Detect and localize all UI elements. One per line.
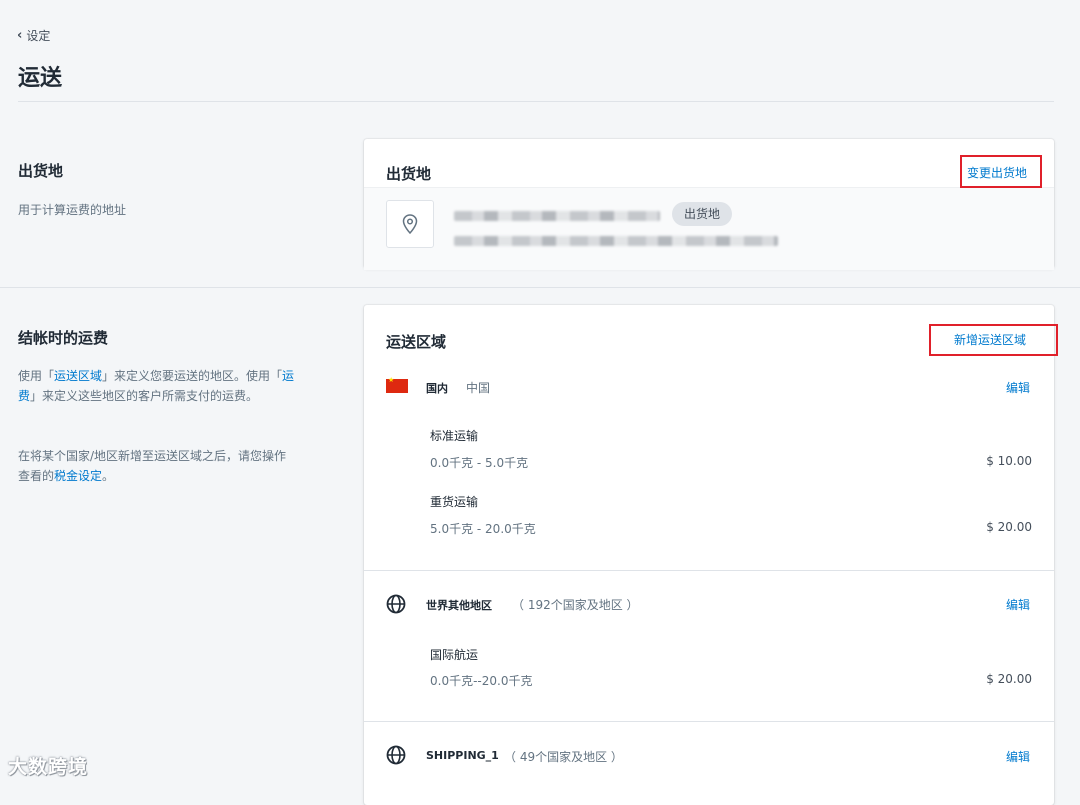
page-title: 运送 bbox=[18, 66, 63, 91]
rate-price: $ 20.00 bbox=[986, 672, 1032, 686]
desc-text: 使用「 bbox=[18, 369, 55, 383]
zone-countries: （ 49个国家及地区 ） bbox=[504, 750, 623, 764]
globe-icon bbox=[386, 594, 406, 614]
rate-price: $ 10.00 bbox=[986, 454, 1032, 468]
title-divider bbox=[18, 101, 1054, 102]
location-pin-icon bbox=[386, 200, 434, 248]
zone-name: SHIPPING_1 bbox=[426, 749, 499, 762]
edit-zone-button[interactable]: 编辑 bbox=[1006, 748, 1030, 765]
desc-text: 」来定义您要运送的地区。使用「 bbox=[102, 369, 283, 383]
zone-divider bbox=[364, 721, 1054, 722]
section-divider bbox=[0, 287, 1080, 288]
back-link-label: 设定 bbox=[26, 29, 51, 43]
rate-range: 0.0千克--20.0千克 bbox=[430, 674, 533, 688]
rate-name: 标准运输 bbox=[430, 429, 479, 443]
zone-name: 国内 bbox=[426, 382, 448, 395]
zone-divider bbox=[364, 570, 1054, 571]
rate-range: 0.0千克 - 5.0千克 bbox=[430, 456, 529, 470]
chevron-left-icon: ‹ bbox=[17, 28, 23, 43]
edit-zone-button[interactable]: 编辑 bbox=[1006, 379, 1030, 396]
add-zone-highlight bbox=[929, 324, 1058, 356]
origin-section-description: 用于计算运费的地址 bbox=[18, 203, 127, 217]
back-link[interactable]: ‹ 设定 bbox=[17, 27, 50, 44]
origin-section-title: 出货地 bbox=[18, 162, 64, 180]
tax-settings-link[interactable]: 税金设定 bbox=[54, 469, 102, 483]
rates-section-tax-note: 在将某个国家/地区新增至运送区域之后，请您操作查看的税金设定。 bbox=[18, 446, 298, 486]
rate-price: $ 20.00 bbox=[986, 520, 1032, 534]
shipping-zones-card-title: 运送区域 bbox=[386, 333, 447, 351]
edit-zone-button[interactable]: 编辑 bbox=[1006, 596, 1030, 613]
origin-card-title: 出货地 bbox=[386, 165, 432, 183]
rate-name: 国际航运 bbox=[430, 648, 479, 662]
origin-card: 出货地 变更出货地 出货地 bbox=[364, 139, 1054, 270]
china-flag-icon bbox=[386, 376, 408, 393]
redacted-address-line-1 bbox=[454, 211, 660, 221]
zone-name: 世界其他地区 bbox=[426, 599, 492, 612]
zone-countries: （ 192个国家及地区 ） bbox=[512, 598, 639, 612]
rate-name: 重货运输 bbox=[430, 495, 479, 509]
watermark: 大数跨境 bbox=[8, 756, 89, 778]
redacted-address-line-2 bbox=[454, 236, 778, 246]
desc-text: 。 bbox=[102, 469, 115, 483]
globe-icon bbox=[386, 745, 406, 765]
zone-countries: 中国 bbox=[466, 381, 491, 395]
origin-address-row: 出货地 bbox=[364, 187, 1054, 270]
rate-range: 5.0千克 - 20.0千克 bbox=[430, 522, 536, 536]
rates-section-description: 使用「运送区域」来定义您要运送的地区。使用「运费」来定义这些地区的客户所需支付的… bbox=[18, 366, 298, 406]
shipping-zones-card: 运送区域 新增运送区域 国内 中国 编辑 标准运输 0.0千克 - 5.0千克 … bbox=[364, 305, 1054, 805]
shipping-zones-link[interactable]: 运送区域 bbox=[54, 369, 102, 383]
change-origin-highlight bbox=[960, 155, 1042, 188]
origin-badge: 出货地 bbox=[672, 202, 733, 226]
desc-text: 」来定义这些地区的客户所需支付的运费。 bbox=[30, 389, 259, 403]
rates-section-title: 结帐时的运费 bbox=[18, 329, 109, 347]
